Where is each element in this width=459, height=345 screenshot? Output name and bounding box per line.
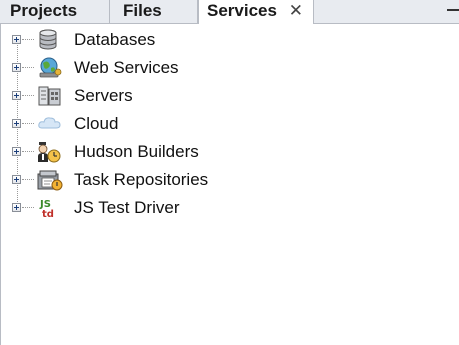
tree-branch-line (22, 39, 34, 40)
cloud-icon (38, 117, 61, 129)
tab-services[interactable]: Services ✕ (198, 0, 314, 24)
expand-icon[interactable] (12, 119, 21, 128)
expand-icon[interactable] (12, 203, 21, 212)
tree-item-js-test-driver[interactable]: JS td JS Test Driver (0, 194, 300, 222)
tree-item-databases[interactable]: Databases (0, 26, 300, 54)
minimize-window-icon[interactable] (447, 9, 459, 11)
services-window: Projects Files Services ✕ Databases Web … (0, 0, 459, 345)
svg-text:td: td (42, 209, 54, 219)
tree-item-task-repositories[interactable]: Task Repositories (0, 166, 300, 194)
tree-item-servers[interactable]: Servers (0, 82, 300, 110)
database-icon (39, 29, 57, 50)
tree-branch-line (22, 67, 34, 68)
expand-icon[interactable] (12, 35, 21, 44)
tree-item-label: Task Repositories (74, 170, 209, 189)
tree-branch-line (22, 207, 34, 208)
tree-item-label: Hudson Builders (74, 142, 199, 161)
expand-icon[interactable] (12, 91, 21, 100)
web-services-icon (39, 57, 62, 78)
tab-services-label: Services (207, 1, 277, 20)
tree-item-label: Servers (74, 86, 133, 105)
tree-item-label: Databases (74, 30, 156, 49)
tree-item-label: Cloud (74, 114, 119, 133)
hudson-butler-icon (38, 142, 61, 163)
servers-icon (38, 86, 61, 106)
tree-branch-line (22, 123, 34, 124)
tree-item-label: Web Services (74, 58, 179, 77)
close-tab-icon[interactable]: ✕ (289, 0, 303, 21)
tab-files[interactable]: Files (110, 0, 198, 23)
tab-bar: Projects Files Services ✕ (0, 0, 459, 24)
task-repository-icon (37, 170, 63, 191)
tab-projects[interactable]: Projects (0, 0, 110, 23)
tree-item-label: JS Test Driver (74, 198, 180, 217)
services-tree: Databases Web Services Servers Cloud Hud… (0, 24, 459, 345)
tree-branch-line (22, 151, 34, 152)
tree-item-hudson-builders[interactable]: Hudson Builders (0, 138, 300, 166)
expand-icon[interactable] (12, 63, 21, 72)
expand-icon[interactable] (12, 175, 21, 184)
js-test-driver-icon: JS td (39, 199, 54, 219)
expand-icon[interactable] (12, 147, 21, 156)
tree-branch-line (22, 179, 34, 180)
tree-item-web-services[interactable]: Web Services (0, 54, 300, 82)
tree-branch-line (22, 95, 34, 96)
tree-item-cloud[interactable]: Cloud (0, 110, 300, 138)
